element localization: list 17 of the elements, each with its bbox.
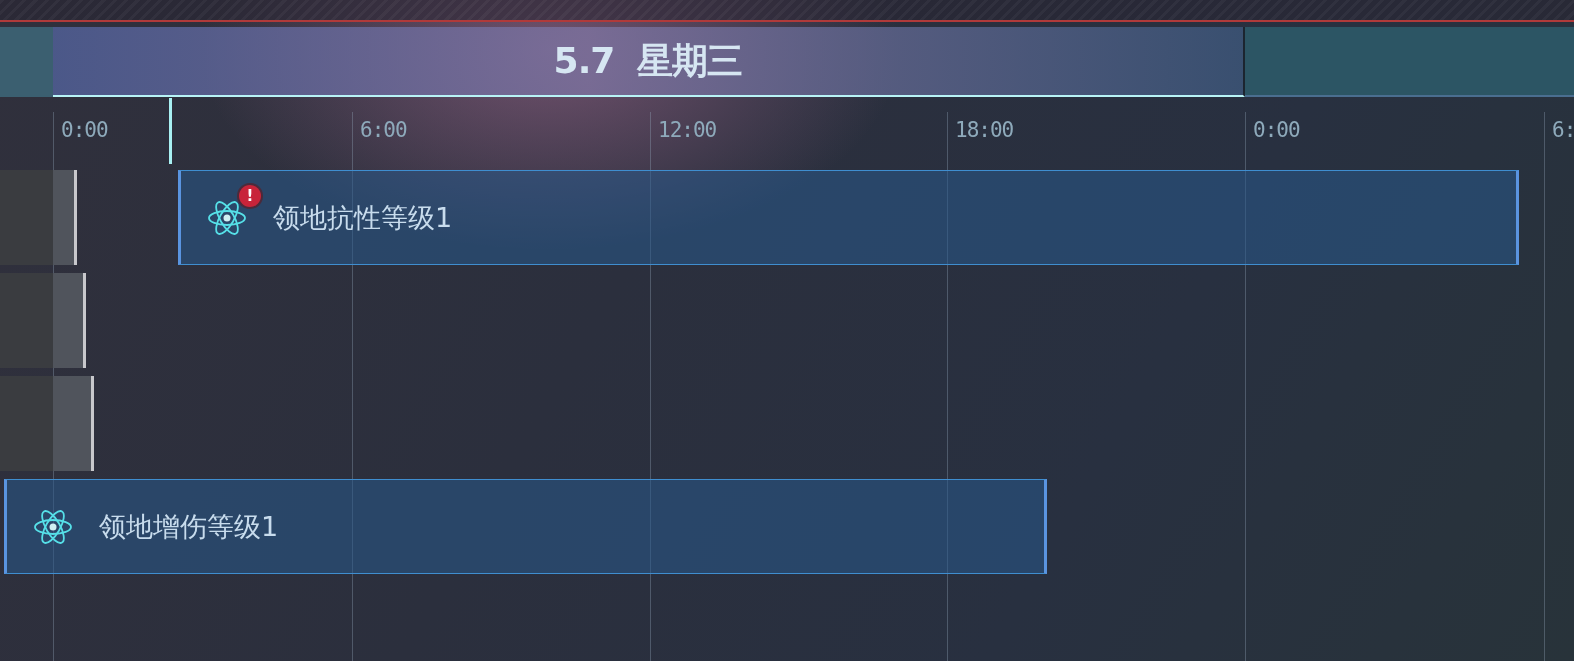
hour-tick: 0:00 [61,118,108,142]
event-bar[interactable]: ! 领地抗性等级1 [178,170,1519,265]
date-label: 5.7 星期三 [553,38,743,83]
past-event-bar[interactable] [0,170,77,265]
past-event-bar[interactable] [0,273,86,368]
day-header[interactable]: 5.7 星期三 [53,27,1245,97]
hour-tick: 12:00 [658,118,717,142]
event-title: 领地增伤等级1 [99,509,279,544]
hour-tick: 6:00 [360,118,407,142]
alert-badge: ! [239,185,261,207]
hour-tick: 0:00 [1253,118,1300,142]
hour-tick: 6: [1552,118,1574,142]
past-event-bar[interactable] [0,376,94,471]
event-bar[interactable]: 领地增伤等级1 [4,479,1047,574]
event-title: 领地抗性等级1 [273,200,453,235]
hour-tick: 18:00 [955,118,1014,142]
current-time-marker [169,98,172,164]
